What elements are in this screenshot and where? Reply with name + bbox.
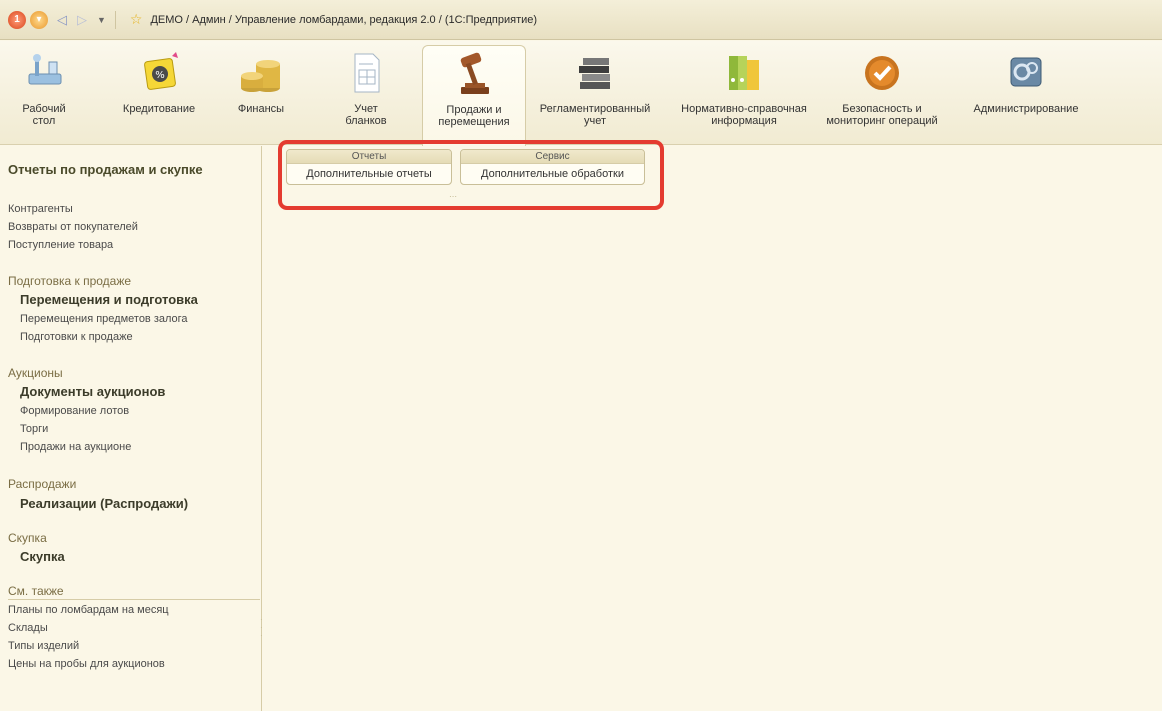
nav-item-sale-preparations[interactable]: Подготовки к продаже — [20, 331, 133, 343]
see-also-header: См. также — [8, 584, 64, 598]
shield-icon — [865, 56, 899, 90]
section-forms[interactable]: Учет бланков — [336, 41, 396, 145]
percent-folder-icon: % — [144, 52, 178, 90]
nav-item-lot-formation[interactable]: Формирование лотов — [20, 405, 129, 417]
sections-panel: Рабочий стол % Кредитование Финансы Учет… — [0, 41, 1162, 146]
chevron-down-icon[interactable]: ▼ — [97, 15, 106, 25]
group-header-auctions: Аукционы — [8, 366, 63, 380]
section-label: Рабочий стол — [22, 103, 66, 127]
navigation-panel: Отчеты по продажам и скупке Контрагенты … — [0, 146, 262, 711]
gears-icon — [1010, 57, 1042, 87]
group-header-preparation: Подготовка к продаже — [8, 274, 132, 288]
coins-icon — [241, 60, 280, 92]
group-header-clearance: Распродажи — [8, 477, 77, 491]
forward-arrow-icon[interactable]: ▷ — [77, 12, 87, 28]
section-label: Финансы — [237, 103, 285, 115]
section-regulated[interactable]: Регламентированный учет — [532, 41, 658, 145]
section-finance[interactable]: Финансы — [228, 41, 294, 145]
document-icon — [354, 53, 380, 93]
highlight-frame — [278, 140, 664, 210]
1c-logo-icon[interactable]: 1 — [8, 10, 26, 29]
binders-icon — [729, 56, 759, 90]
desktop-icon — [28, 54, 62, 85]
section-admin[interactable]: Администрирование — [966, 41, 1086, 145]
nav-item-assay-prices[interactable]: Цены на пробы для аукционов — [8, 658, 165, 670]
nav-item-returns[interactable]: Возвраты от покупателей — [8, 221, 138, 233]
section-label: Безопасность и мониторинг операций — [826, 103, 938, 127]
section-label: Продажи и перемещения — [438, 104, 510, 128]
separator — [114, 10, 116, 29]
section-lending[interactable]: % Кредитование — [116, 41, 202, 145]
see-also-divider — [8, 599, 260, 600]
nav-item-goods-receipt[interactable]: Поступление товара — [8, 239, 113, 251]
main-area: Отчеты Дополнительные отчеты Сервис Допо… — [260, 146, 1162, 711]
section-sales[interactable]: Продажи и перемещения — [422, 45, 526, 146]
splitter-handle[interactable]: · · · — [260, 616, 266, 640]
nav-item-counterparties[interactable]: Контрагенты — [8, 203, 73, 215]
section-security[interactable]: Безопасность и мониторинг операций — [816, 41, 948, 145]
section-label: Администрирование — [973, 103, 1079, 115]
books-icon — [579, 58, 610, 89]
title-bar: 1 ▾ ◁ ▷ ▼ ☆ ДЕМО / Админ / Управление ло… — [0, 0, 1162, 40]
nav-item-buyout[interactable]: Скупка — [20, 549, 65, 564]
nav-item-collateral-movements[interactable]: Перемещения предметов залога — [20, 313, 188, 325]
nav-item-product-types[interactable]: Типы изделий — [8, 640, 79, 652]
main-menu-icon[interactable]: ▾ — [30, 10, 48, 29]
gavel-icon — [460, 52, 489, 94]
nav-item-clearance-sales[interactable]: Реализации (Распродажи) — [20, 496, 188, 511]
nav-item-movements-preparation[interactable]: Перемещения и подготовка — [20, 292, 198, 307]
section-reference[interactable]: Нормативно-справочная информация — [674, 41, 814, 145]
nav-item-auction-documents[interactable]: Документы аукционов — [20, 384, 165, 399]
section-label: Нормативно-справочная информация — [681, 103, 807, 127]
section-desktop[interactable]: Рабочий стол — [14, 41, 74, 145]
panel-title[interactable]: Отчеты по продажам и скупке — [8, 162, 203, 177]
section-label: Регламентированный учет — [539, 103, 651, 127]
nav-item-auction-sales[interactable]: Продажи на аукционе — [20, 441, 131, 453]
section-label: Кредитование — [122, 103, 196, 115]
group-header-buyout: Скупка — [8, 531, 47, 545]
section-label: Учет бланков — [345, 103, 387, 127]
svg-text:%: % — [155, 70, 165, 81]
nav-item-warehouses[interactable]: Склады — [8, 622, 48, 634]
star-icon[interactable]: ☆ — [130, 11, 143, 28]
back-arrow-icon[interactable]: ◁ — [57, 12, 67, 28]
nav-item-monthly-plans[interactable]: Планы по ломбардам на месяц — [8, 604, 169, 616]
window-title: ДЕМО / Админ / Управление ломбардами, ре… — [150, 13, 538, 26]
nav-item-bidding[interactable]: Торги — [20, 423, 48, 435]
